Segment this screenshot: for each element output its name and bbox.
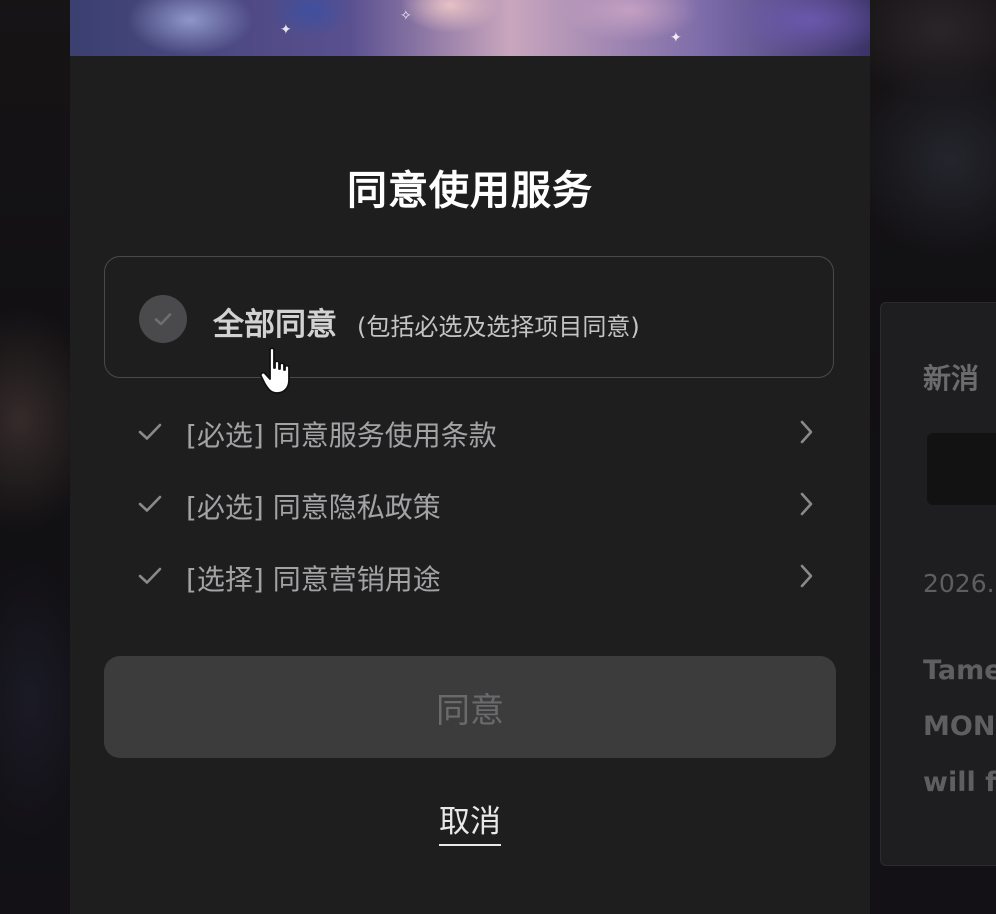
- sparkle-icon: ✦: [670, 30, 682, 46]
- check-icon[interactable]: [136, 420, 164, 444]
- sparkle-icon: ✦: [280, 22, 292, 38]
- news-title: 新消: [923, 362, 980, 395]
- check-circle-icon[interactable]: [139, 295, 187, 343]
- term-label: [选择] 同意营销用途: [186, 563, 441, 596]
- news-text-line: Tame: [923, 655, 996, 686]
- news-panel: 新消 2026.0 Tame MONO will fi: [880, 302, 996, 866]
- check-icon[interactable]: [136, 564, 164, 588]
- sparkle-icon: ✧: [400, 8, 412, 24]
- consent-modal: ✦ ✧ ✦ 同意使用服务 全部同意 (包括必选及选择项目同意) [必选] 同意服…: [70, 0, 870, 914]
- news-image-placeholder: [927, 433, 996, 505]
- term-item-marketing[interactable]: [选择] 同意营销用途: [134, 556, 824, 596]
- cancel-link[interactable]: 取消: [439, 804, 501, 846]
- check-icon[interactable]: [136, 492, 164, 516]
- term-item-service[interactable]: [必选] 同意服务使用条款: [134, 412, 824, 452]
- agree-all-label: 全部同意: [213, 307, 337, 343]
- agree-all-option[interactable]: 全部同意 (包括必选及选择项目同意): [104, 256, 834, 378]
- news-text-line: MONO: [923, 711, 996, 742]
- agree-all-sublabel: (包括必选及选择项目同意): [357, 313, 640, 341]
- news-date: 2026.0: [923, 569, 996, 598]
- term-label: [必选] 同意隐私政策: [186, 491, 441, 524]
- cancel-link-wrap: 取消: [70, 796, 870, 846]
- agree-button[interactable]: 同意: [104, 656, 836, 758]
- chevron-right-icon[interactable]: [798, 562, 816, 590]
- chevron-right-icon[interactable]: [798, 490, 816, 518]
- term-item-privacy[interactable]: [必选] 同意隐私政策: [134, 484, 824, 524]
- term-label: [必选] 同意服务使用条款: [186, 419, 497, 452]
- modal-banner-image: ✦ ✧ ✦: [70, 0, 870, 56]
- news-text-line: will fi: [923, 767, 996, 798]
- modal-title: 同意使用服务: [347, 168, 593, 214]
- chevron-right-icon[interactable]: [798, 418, 816, 446]
